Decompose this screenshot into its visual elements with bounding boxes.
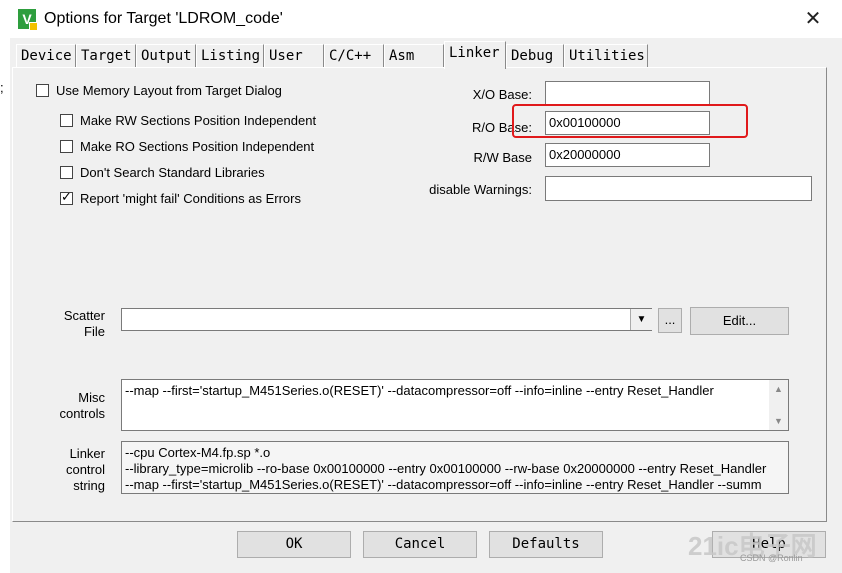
background-window-edge [0,38,10,573]
ok-button[interactable]: OK [237,531,351,558]
misc-controls-text: --map --first='startup_M451Series.o(RESE… [125,383,714,398]
scatter-label: Scatter [63,308,105,323]
tab-asm[interactable]: Asm [384,44,444,67]
tab-cpp[interactable]: C/C++ [324,44,384,67]
tab-listing[interactable]: Listing [196,44,264,67]
cancel-button[interactable]: Cancel [363,531,477,558]
window-title: Options for Target 'LDROM_code' [44,10,283,27]
make-rw-pi-checkbox[interactable] [60,114,73,127]
linker-control-line: --map --first='startup_M451Series.o(RESE… [125,477,762,492]
browse-scatter-button[interactable]: ... [658,308,682,333]
report-might-fail-checkbox[interactable] [60,189,73,205]
tab-user[interactable]: User [264,44,324,67]
linker-label: Linker [69,446,105,461]
linker-control-string-textarea[interactable]: --cpu Cortex-M4.fp.sp *.o --library_type… [121,441,789,494]
xo-base-label: X/O Base: [472,87,532,102]
xo-base-input[interactable] [545,81,710,105]
tab-linker[interactable]: Linker [444,41,506,69]
edit-scatter-button[interactable]: Edit... [690,307,789,335]
misc-label: Misc [78,390,105,405]
linker-control-line: --library_type=microlib --ro-base 0x0010… [125,461,767,476]
scatter-file-label: File [84,324,105,339]
site-watermark-sub: CSDN @Ronlin [740,553,803,563]
misc-controls-textarea[interactable]: --map --first='startup_M451Series.o(RESE… [121,379,789,431]
make-ro-pi-checkbox[interactable] [60,140,73,153]
scroll-up-icon[interactable]: ▲ [769,384,788,394]
disable-warnings-input[interactable] [545,176,812,201]
dont-search-std-libs-checkbox[interactable] [60,166,73,179]
linker-control-label: control [65,462,105,477]
misc-controls-label: controls [59,406,105,421]
disable-warnings-label: disable Warnings: [429,182,532,197]
tab-debug[interactable]: Debug [506,44,564,67]
rw-base-input[interactable]: 0x20000000 [545,143,710,167]
close-icon[interactable]: ✕ [800,6,826,32]
defaults-button[interactable]: Defaults [489,531,603,558]
tab-target[interactable]: Target [76,44,136,67]
rw-base-label: R/W Base [473,150,532,165]
make-ro-pi-label: Make RO Sections Position Independent [80,139,315,154]
report-might-fail-label: Report 'might fail' Conditions as Errors [80,191,301,206]
tab-output[interactable]: Output [136,44,196,67]
dont-search-std-libs-label: Don't Search Standard Libraries [80,165,265,180]
tab-utilities[interactable]: Utilities [564,44,648,67]
linker-control-line: --cpu Cortex-M4.fp.sp *.o [125,445,271,460]
keil-app-icon: V [18,9,38,31]
scatter-file-combo[interactable] [121,308,652,331]
background-code-fragment: ; [0,80,4,95]
linker-string-label: string [73,478,105,493]
make-rw-pi-label: Make RW Sections Position Independent [80,113,317,128]
tab-device[interactable]: Device [16,44,76,67]
chevron-down-icon[interactable]: ▼ [630,309,652,330]
use-memory-layout-label: Use Memory Layout from Target Dialog [56,83,282,98]
scroll-down-icon[interactable]: ▼ [769,416,788,426]
misc-scrollbar[interactable]: ▲ ▼ [769,380,788,430]
use-memory-layout-checkbox[interactable] [36,84,49,97]
annotation-highlight-box [512,104,748,138]
